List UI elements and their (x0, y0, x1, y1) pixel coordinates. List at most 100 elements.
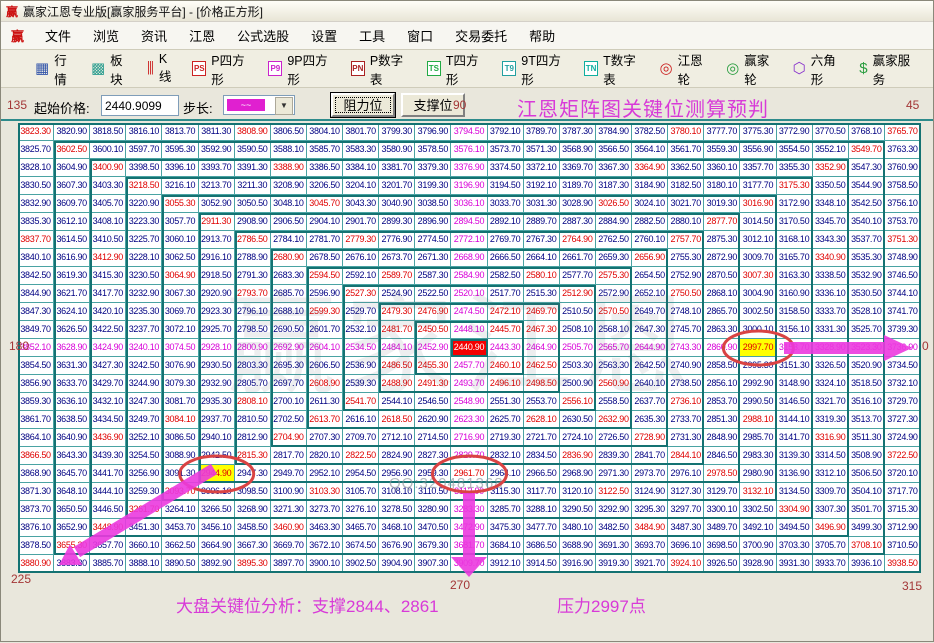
resistance-button[interactable]: 阻力位 (331, 93, 395, 117)
grid-cell: 3036.10 (451, 195, 487, 213)
grid-cell: 3453.70 (162, 519, 198, 537)
toolbar-button-K线[interactable]: ⫼K线 (147, 52, 177, 85)
grid-cell: 2683.30 (271, 267, 307, 285)
grid-cell: 2966.50 (524, 465, 560, 483)
grid-cell: 3057.70 (162, 213, 198, 231)
grid-cell: 3062.50 (162, 249, 198, 267)
grid-cell: 3307.30 (813, 501, 849, 519)
toolbar-button-9P四方形[interactable]: P99P四方形 (268, 50, 336, 88)
grid-cell: 3448.90 (90, 519, 126, 537)
grid-cell: 3621.70 (54, 285, 90, 303)
grid-cell: 2640.10 (632, 375, 668, 393)
grid-cell: 3796.90 (415, 123, 451, 141)
grid-cell: 3650.50 (54, 501, 90, 519)
grid-cell: 2820.10 (307, 447, 343, 465)
grid-cell: 2863.30 (704, 321, 740, 339)
menu-item-窗口[interactable]: 窗口 (396, 23, 444, 48)
grid-cell: 2563.30 (596, 357, 632, 375)
grid-cell: 3033.70 (488, 195, 524, 213)
grid-cell: 3564.10 (632, 141, 668, 159)
toolbar-button-赢家轮[interactable]: ◎赢家轮 (726, 50, 778, 88)
start-price-input[interactable] (101, 95, 179, 116)
grid-cell: 3787.30 (560, 123, 596, 141)
grid-cell: 3868.90 (18, 465, 54, 483)
grid-cell: 2882.50 (632, 213, 668, 231)
toolbar-button-9T四方形[interactable]: T99T四方形 (502, 50, 569, 88)
chevron-down-icon[interactable]: ▼ (275, 97, 293, 115)
menu-item-公式选股[interactable]: 公式选股 (226, 23, 300, 48)
grid-cell: 3079.30 (162, 375, 198, 393)
grid-cell: 2728.90 (632, 429, 668, 447)
grid-cell: 3616.90 (54, 249, 90, 267)
grid-cell: 3264.10 (162, 501, 198, 519)
grid-cell: 3688.90 (560, 537, 596, 555)
grid-cell: 3571.30 (524, 141, 560, 159)
grid-cell: 3552.10 (813, 141, 849, 159)
toolbar-button-六角形[interactable]: ⬡六角形 (793, 50, 845, 88)
menu-item-文件[interactable]: 文件 (34, 23, 82, 48)
angle-label-270: 270 (450, 578, 470, 592)
toolbar-button-板块[interactable]: ▩板块 (91, 50, 132, 88)
toolbar-button-江恩轮[interactable]: ◎江恩轮 (660, 50, 712, 88)
grid-cell: 3158.50 (777, 303, 813, 321)
toolbar-button-P四方形[interactable]: PSP四方形 (192, 50, 253, 88)
menu-item-资讯[interactable]: 资讯 (130, 23, 178, 48)
toolbar-button-T四方形[interactable]: TST四方形 (427, 50, 487, 88)
window-title: 赢家江恩专业版[赢家服务平台] - [价格正方形] (23, 3, 263, 20)
grid-cell: 2630.50 (560, 411, 596, 429)
grid-cell: 3259.30 (126, 483, 162, 501)
step-style-swatch: ~~ (227, 99, 265, 111)
grid-cell: 3194.50 (488, 177, 524, 195)
grid-cell: 3084.10 (162, 411, 198, 429)
grid-cell: 2846.50 (704, 447, 740, 465)
menu-item-工具[interactable]: 工具 (348, 23, 396, 48)
menu-item-帮助[interactable]: 帮助 (518, 23, 566, 48)
grid-cell: 3772.90 (777, 123, 813, 141)
toolbar-button-P数字表[interactable]: PNP数字表 (351, 50, 412, 88)
grid-cell: 3398.50 (126, 159, 162, 177)
grid-cell: 3376.90 (451, 159, 487, 177)
grid-cell: 3931.30 (777, 555, 813, 573)
menu-item-浏览[interactable]: 浏览 (82, 23, 130, 48)
toolbar-button-赢家服务[interactable]: $赢家服务 (859, 50, 918, 88)
grid-cell: 3276.10 (343, 501, 379, 519)
grid-cell: 3588.10 (271, 141, 307, 159)
grid-cell: 2462.50 (524, 357, 560, 375)
toolbar-button-行情[interactable]: ▦行情 (35, 50, 76, 88)
grid-cell: 2961.70 (451, 465, 487, 483)
grid-cell: 3408.10 (90, 213, 126, 231)
toolbar-button-T数字表[interactable]: TNT数字表 (584, 50, 644, 88)
grid-cell: 3043.30 (343, 195, 379, 213)
grid-cell: 3784.90 (596, 123, 632, 141)
menu-item-设置[interactable]: 设置 (300, 23, 348, 48)
grid-cell: 2949.70 (271, 465, 307, 483)
grid-cell: 3518.50 (849, 375, 885, 393)
grid-cell: 2868.10 (704, 285, 740, 303)
grid-cell: 3722.50 (885, 447, 921, 465)
menu-item-江恩[interactable]: 江恩 (178, 23, 226, 48)
grid-cell: 2800.90 (235, 339, 271, 357)
grid-cell: 2901.70 (343, 213, 379, 231)
grid-cell: 3753.70 (885, 213, 921, 231)
grid-cell: 2918.50 (199, 267, 235, 285)
grid-cell: 3028.90 (560, 195, 596, 213)
grid-cell: 3242.50 (126, 357, 162, 375)
grid-cell: 3799.30 (379, 123, 415, 141)
grid-cell: 3364.90 (632, 159, 668, 177)
grid-cell: 3568.90 (560, 141, 596, 159)
step-dropdown[interactable]: ~~ ▼ (223, 95, 295, 115)
grid-cell: 3180.10 (704, 177, 740, 195)
grid-cell: 2527.30 (343, 285, 379, 303)
grid-cell: 2750.50 (668, 285, 704, 303)
grid-cell: 2580.10 (524, 267, 560, 285)
grid-cell: 3535.30 (849, 249, 885, 267)
grid-cell: 3343.30 (813, 231, 849, 249)
grid-cell: 3652.90 (54, 519, 90, 537)
grid-cell: 2488.90 (379, 375, 415, 393)
menu-item-交易委托[interactable]: 交易委托 (444, 23, 518, 48)
grid-cell: 2536.90 (343, 357, 379, 375)
grid-cell: 2940.10 (199, 429, 235, 447)
grid-cell: 3232.90 (126, 285, 162, 303)
grid-cell: 3758.50 (885, 177, 921, 195)
grid-cell: 3108.10 (379, 483, 415, 501)
